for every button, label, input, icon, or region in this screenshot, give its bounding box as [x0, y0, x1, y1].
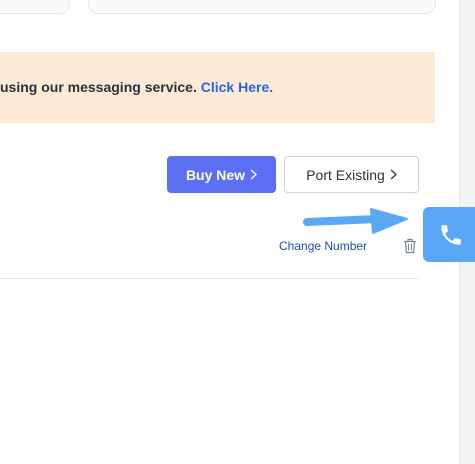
- banner-text: using our messaging service.: [0, 79, 201, 95]
- buy-new-button[interactable]: Buy New: [167, 156, 276, 193]
- chevron-right-icon: [390, 169, 397, 180]
- top-card-left: [0, 0, 70, 14]
- port-existing-label: Port Existing: [306, 166, 385, 183]
- trash-icon[interactable]: [403, 238, 417, 254]
- section-divider: [0, 278, 419, 279]
- chevron-right-icon: [250, 169, 258, 180]
- buy-new-label: Buy New: [185, 166, 246, 183]
- phone-icon: [441, 224, 461, 245]
- top-card-right: [88, 0, 436, 14]
- arrow-right-icon: [303, 208, 408, 234]
- banner-message: using our messaging service. Click Here.: [0, 79, 273, 95]
- change-number-link[interactable]: Change Number: [279, 239, 367, 253]
- banner-click-here-link[interactable]: Click Here.: [201, 79, 273, 95]
- port-existing-button[interactable]: Port Existing: [284, 156, 419, 193]
- phone-widget-button[interactable]: [423, 207, 475, 262]
